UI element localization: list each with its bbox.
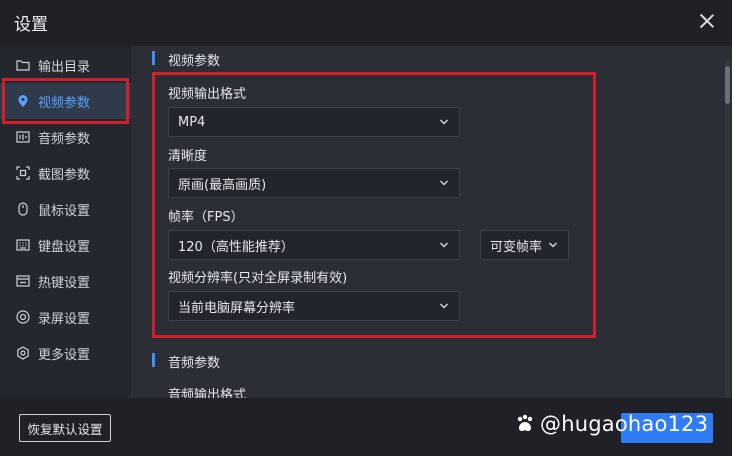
audio-format-label: 音频输出格式 <box>168 388 247 398</box>
audio-section-title: 音频参数 <box>151 352 220 371</box>
close-icon[interactable] <box>698 12 716 30</box>
window-title: 设置 <box>14 15 48 35</box>
highlight-box <box>2 78 129 124</box>
sidebar-item-mouse-settings[interactable]: 鼠标设置 <box>0 191 131 227</box>
sidebar-item-keyboard-settings[interactable]: 键盘设置 <box>0 227 131 263</box>
scrollbar-thumb[interactable] <box>725 66 730 104</box>
sidebar-item-label: 截图参数 <box>38 167 91 183</box>
sidebar-item-label: 鼠标设置 <box>38 203 91 219</box>
highlight-box <box>152 72 596 338</box>
keyboard-icon <box>16 238 30 252</box>
mouse-icon <box>16 202 30 216</box>
sidebar-item-screenshot-params[interactable]: 截图参数 <box>0 155 131 191</box>
watermark-text: @hugaohao123 <box>540 412 709 436</box>
paw-logo-icon <box>517 414 533 431</box>
hotkey-icon <box>16 274 30 288</box>
sidebar-item-label: 更多设置 <box>38 347 91 363</box>
watermark: @hugaohao123 <box>514 412 708 436</box>
more-settings-icon <box>16 346 30 360</box>
footer: 恢复默认设置 @hugaohao123 <box>0 398 732 456</box>
sidebar-item-label: 键盘设置 <box>38 239 91 255</box>
video-section-title: 视频参数 <box>151 50 220 69</box>
scrollbar-track[interactable] <box>725 60 730 398</box>
sidebar-item-label: 音频参数 <box>38 131 91 147</box>
folder-icon <box>16 58 30 72</box>
screenshot-icon <box>16 166 30 180</box>
settings-content: 视频参数 视频输出格式 MP4 清晰度 原画(最高画质) 帧率（FPS） 120… <box>131 46 732 398</box>
audio-icon <box>16 130 30 144</box>
sidebar-item-more-settings[interactable]: 更多设置 <box>0 335 131 371</box>
sidebar-item-record-settings[interactable]: 录屏设置 <box>0 299 131 335</box>
record-icon <box>16 310 30 324</box>
sidebar-item-label: 热键设置 <box>38 275 91 291</box>
title-bar: 设置 <box>0 0 732 46</box>
sidebar-item-audio-params[interactable]: 音频参数 <box>0 119 131 155</box>
reset-defaults-button[interactable]: 恢复默认设置 <box>19 414 111 442</box>
sidebar-item-label: 录屏设置 <box>38 311 91 327</box>
sidebar-item-label: 输出目录 <box>38 59 91 75</box>
sidebar-item-hotkey-settings[interactable]: 热键设置 <box>0 263 131 299</box>
